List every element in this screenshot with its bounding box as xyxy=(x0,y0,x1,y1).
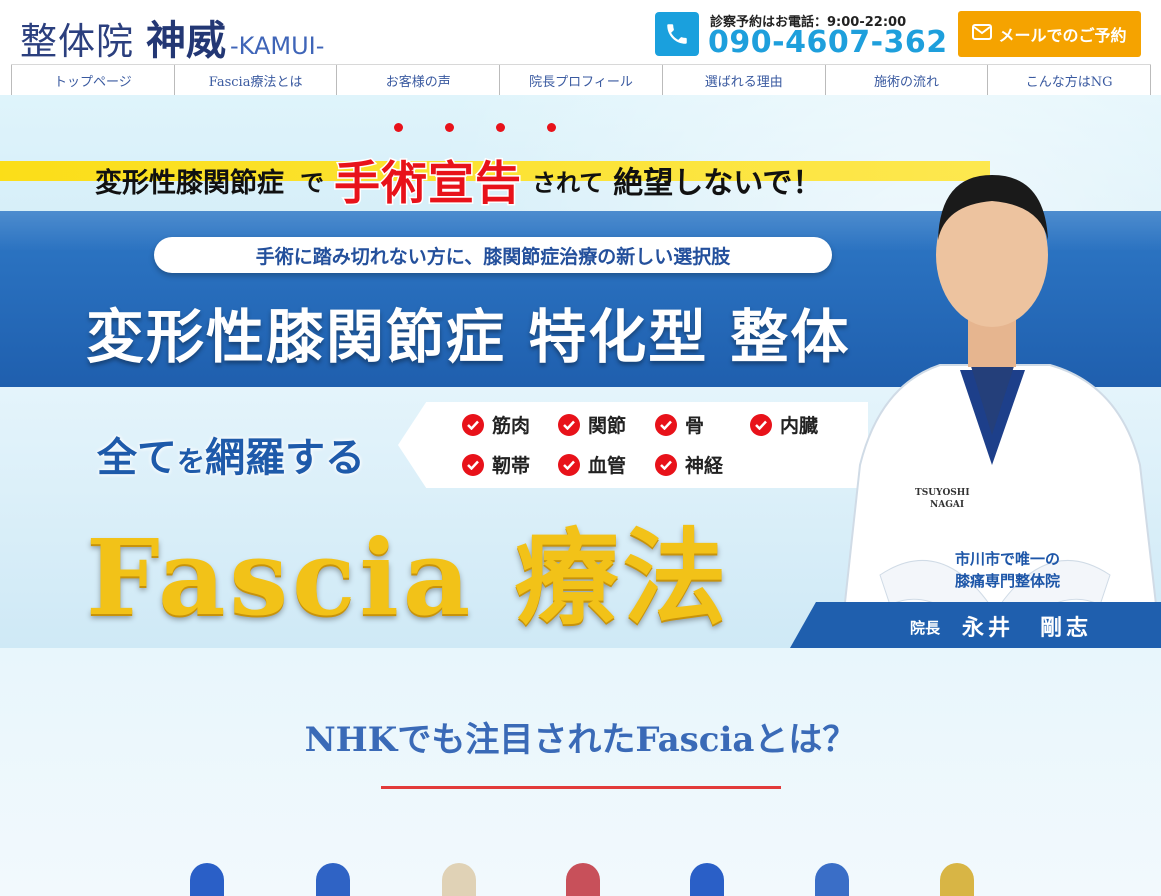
nav-item-flow[interactable]: 施術の流れ xyxy=(824,65,988,95)
fascia-intro-section: NHKでも注目されたFasciaとは？ xyxy=(0,648,1161,896)
hero-pill-caption: 手術に踏み切れない方に、膝関節症治療の新しい選択肢 xyxy=(154,237,832,273)
hero-banner: 変形性膝関節症 で 手術宣告 されて 絶望しないで！ 手術に踏み切れない方に、膝… xyxy=(0,95,1161,648)
coat-name-tag: TSUYOSHI xyxy=(915,488,970,498)
check-icon xyxy=(462,453,484,476)
nav-item-fascia[interactable]: Fascia療法とは xyxy=(173,65,337,95)
section-divider xyxy=(381,786,781,789)
anatomy-muscle-icon xyxy=(566,863,600,896)
fascia-therapy-title: Fascia 療法 xyxy=(86,516,731,639)
svg-text:NAGAI: NAGAI xyxy=(930,500,964,510)
anatomy-head-icon xyxy=(690,863,724,896)
check-item-organs: 内臓 xyxy=(750,411,818,438)
doctor-role: 院長 xyxy=(910,619,941,637)
headline-emphasis: 手術宣告 xyxy=(333,155,523,212)
nav-item-reasons[interactable]: 選ばれる理由 xyxy=(661,65,825,95)
check-icon xyxy=(655,413,677,436)
check-item-bone: 骨 xyxy=(655,411,704,438)
mail-reservation-button[interactable]: メールでのご予約 xyxy=(958,11,1141,57)
check-item-ligament: 靭帯 xyxy=(462,451,530,478)
check-item-joint: 関節 xyxy=(558,411,626,438)
check-item-nerve: 神経 xyxy=(655,451,723,478)
check-icon xyxy=(462,413,484,436)
headline-verb: されて xyxy=(532,168,604,197)
anatomy-head-icon xyxy=(316,863,350,896)
check-icon xyxy=(750,413,772,436)
nav-item-profile[interactable]: 院長プロフィール xyxy=(499,65,662,95)
envelope-icon xyxy=(972,24,993,44)
hero-headline: 変形性膝関節症 で 手術宣告 されて 絶望しないで！ xyxy=(95,147,822,213)
anatomy-vessel-icon xyxy=(815,863,849,896)
emphasis-dots xyxy=(394,123,556,132)
mail-button-label: メールでのご予約 xyxy=(998,26,1127,45)
anatomy-nerve-icon xyxy=(940,863,974,896)
headline-particle: で xyxy=(300,168,324,197)
check-item-muscle: 筋肉 xyxy=(462,411,530,438)
anatomy-head-icon xyxy=(190,863,224,896)
phone-icon[interactable] xyxy=(655,12,699,56)
hero-subtitle: 全てを網羅する xyxy=(97,435,366,481)
phone-number-link[interactable]: 090-4607-362 xyxy=(708,25,948,60)
check-icon xyxy=(558,453,580,476)
nav-item-voices[interactable]: お客様の声 xyxy=(336,65,499,95)
logo-name: 神威 xyxy=(146,17,226,64)
logo-kanji: 整体院 xyxy=(20,20,134,63)
site-header: 整体院 神威 -KAMUI- 診察予約はお電話：9:00-22:00 090-4… xyxy=(0,0,1161,66)
nav-item-top[interactable]: トップページ xyxy=(11,65,174,95)
global-nav: トップページ Fascia療法とは お客様の声 院長プロフィール 選ばれる理由 … xyxy=(11,64,1152,95)
headline-condition: 変形性膝関節症 xyxy=(95,167,284,199)
check-icon xyxy=(558,413,580,436)
headline-message: 絶望しないで！ xyxy=(613,166,823,201)
clinic-tagline: 市川市で唯一の 膝痛専門整体院 xyxy=(955,550,1061,590)
check-item-blood-vessel: 血管 xyxy=(558,451,626,478)
anatomy-skull-icon xyxy=(442,863,476,896)
section-title: NHKでも注目されたFasciaとは？ xyxy=(304,720,857,760)
check-icon xyxy=(655,453,677,476)
logo-latin: -KAMUI- xyxy=(230,32,325,60)
nav-item-ng[interactable]: こんな方はNG xyxy=(987,65,1152,95)
hero-title: 変形性膝関節症 特化型 整体 xyxy=(86,303,851,371)
site-logo[interactable]: 整体院 神威 -KAMUI- xyxy=(20,8,324,66)
doctor-name: 永井 剛志 xyxy=(962,616,1093,641)
